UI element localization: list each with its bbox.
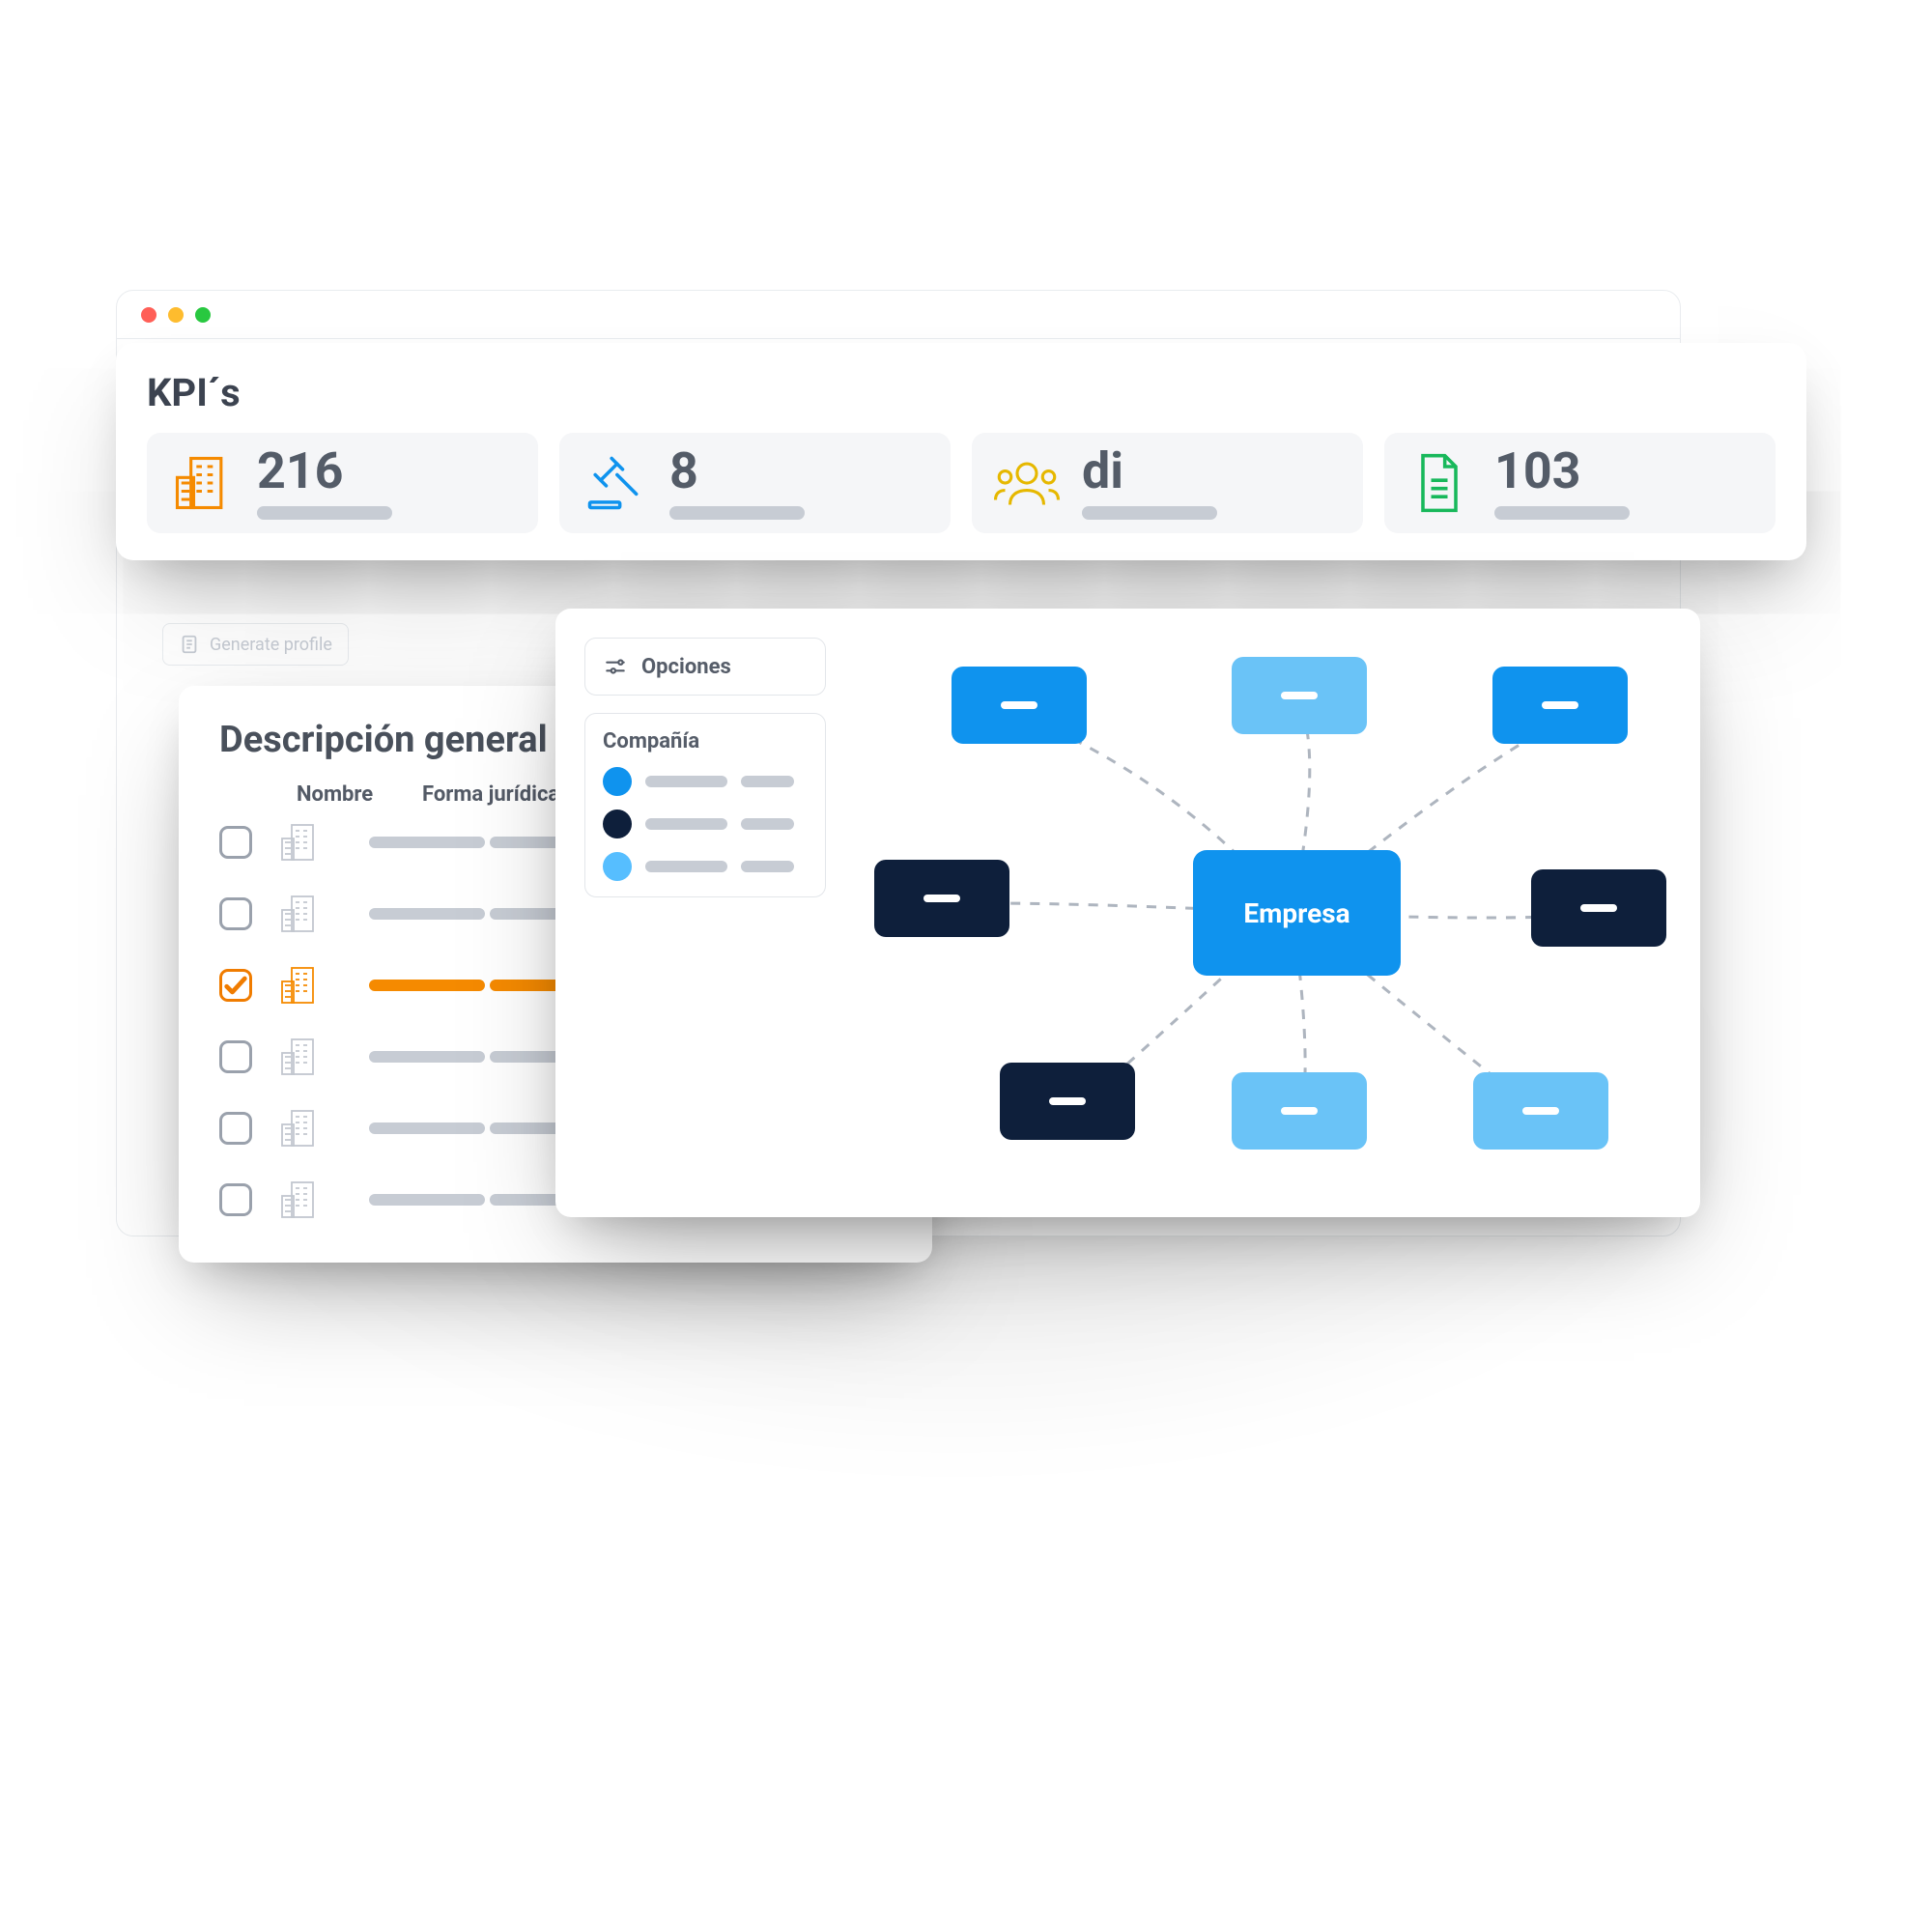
kpi-value: 103 — [1494, 446, 1630, 497]
row-checkbox[interactable] — [219, 1112, 252, 1145]
building-icon — [276, 891, 369, 937]
building-icon — [276, 1034, 369, 1080]
document-icon — [1406, 449, 1473, 517]
building-icon — [168, 449, 236, 517]
maximize-dot-icon[interactable] — [195, 307, 211, 323]
row-checkbox[interactable] — [219, 969, 252, 1002]
placeholder-bar — [645, 776, 727, 787]
col-name: Nombre — [297, 782, 422, 807]
row-checkbox[interactable] — [219, 826, 252, 859]
gavel-icon — [581, 449, 648, 517]
placeholder-bar — [369, 837, 485, 848]
generate-profile-button[interactable]: Generate profile — [162, 623, 349, 666]
graph-node[interactable] — [1232, 1072, 1367, 1150]
graph-node[interactable] — [874, 860, 1009, 937]
relationship-graph: Empresa — [836, 628, 1681, 1198]
options-label: Opciones — [641, 655, 731, 679]
legend-item[interactable] — [603, 810, 808, 838]
kpi-item[interactable]: 216 — [147, 433, 538, 533]
graph-node[interactable] — [1531, 869, 1666, 947]
placeholder-bar — [369, 908, 485, 920]
row-checkbox[interactable] — [219, 897, 252, 930]
kpi-card: KPI´s 216 — [116, 343, 1806, 560]
kpi-item[interactable]: 103 — [1384, 433, 1776, 533]
kpi-item[interactable]: di — [972, 433, 1363, 533]
legend-item[interactable] — [603, 852, 808, 881]
graph-node[interactable] — [1000, 1063, 1135, 1140]
placeholder-bar — [369, 1122, 485, 1134]
placeholder-bar — [645, 818, 727, 830]
people-icon — [993, 449, 1061, 517]
placeholder-bar — [741, 776, 794, 787]
close-dot-icon[interactable] — [141, 307, 156, 323]
placeholder-bar — [369, 1051, 485, 1063]
minimize-dot-icon[interactable] — [168, 307, 184, 323]
legend-swatch-icon — [603, 810, 632, 838]
kpi-value: di — [1082, 446, 1217, 497]
kpi-bar — [1082, 506, 1217, 520]
graph-node[interactable] — [1473, 1072, 1608, 1150]
kpi-bar — [669, 506, 805, 520]
row-checkbox[interactable] — [219, 1183, 252, 1216]
legend-title: Compañía — [603, 729, 808, 753]
legend-item[interactable] — [603, 767, 808, 796]
generate-profile-label: Generate profile — [210, 635, 332, 655]
window-titlebar — [117, 291, 1680, 339]
graph-node[interactable] — [1232, 657, 1367, 734]
graph-center-node[interactable]: Empresa — [1193, 850, 1401, 976]
placeholder-bar — [645, 861, 727, 872]
kpi-item[interactable]: 8 — [559, 433, 951, 533]
kpi-bar — [257, 506, 392, 520]
placeholder-bar — [369, 1194, 485, 1206]
kpi-value: 216 — [257, 446, 392, 497]
legend-panel: Compañía — [584, 713, 826, 897]
kpi-title: KPI´s — [147, 370, 1776, 415]
graph-node[interactable] — [1492, 667, 1628, 744]
sliders-icon — [603, 654, 628, 679]
diagram-card: Opciones Compañía — [555, 609, 1700, 1217]
kpi-bar — [1494, 506, 1630, 520]
building-icon — [276, 819, 369, 866]
kpi-value: 8 — [669, 446, 805, 497]
document-icon — [179, 634, 200, 655]
building-icon — [276, 962, 369, 1009]
options-button[interactable]: Opciones — [584, 638, 826, 696]
placeholder-bar — [741, 861, 794, 872]
legend-swatch-icon — [603, 767, 632, 796]
graph-node[interactable] — [952, 667, 1087, 744]
placeholder-bar — [741, 818, 794, 830]
building-icon — [276, 1105, 369, 1151]
building-icon — [276, 1177, 369, 1223]
row-checkbox[interactable] — [219, 1040, 252, 1073]
legend-swatch-icon — [603, 852, 632, 881]
center-node-label: Empresa — [1243, 897, 1350, 929]
placeholder-bar — [369, 980, 485, 991]
